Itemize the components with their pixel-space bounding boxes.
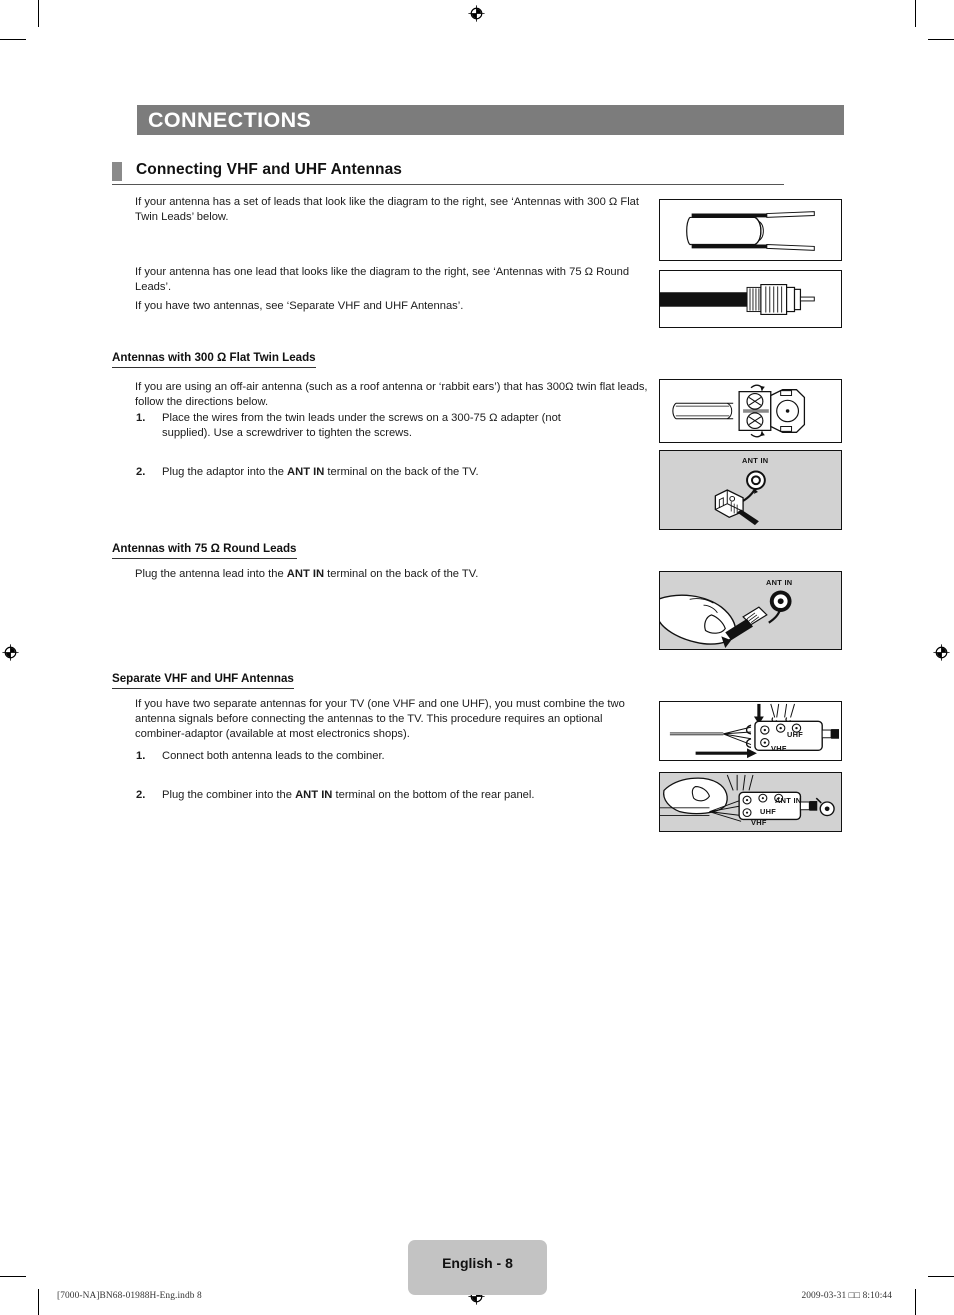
registration-mark-top-icon xyxy=(468,5,485,22)
crop-mark-bottom-left-vertical xyxy=(38,1289,39,1315)
figure-label-combiner-ant-in-vhf: VHF xyxy=(751,818,767,827)
figure-label-combiner-uhf: UHF xyxy=(787,730,804,739)
round-leads-text-before: Plug the antenna lead into the xyxy=(135,568,287,580)
step-number: 2. xyxy=(136,789,146,801)
intro-paragraph-1: If your antenna has a set of leads that … xyxy=(135,196,640,224)
chapter-title: CONNECTIONS xyxy=(148,108,312,132)
step-number: 1. xyxy=(136,412,146,424)
figure-300-75-ohm-adapter-screws xyxy=(659,379,842,443)
step-emphasis: ANT IN xyxy=(287,466,325,478)
step-text: Connect both antenna leads to the combin… xyxy=(162,750,385,762)
figure-label-combiner-ant-in: ANT IN xyxy=(775,796,802,805)
section-accent-tab xyxy=(112,162,122,181)
crop-mark-bottom-right-vertical xyxy=(915,1289,916,1315)
step-text: Place the wires from the twin leads unde… xyxy=(162,412,561,440)
separate-body: If you have two separate antennas for yo… xyxy=(135,698,625,741)
figure-combiner-uhf-vhf xyxy=(659,701,842,761)
crop-mark-top-left-horizontal xyxy=(0,39,26,40)
step-number: 2. xyxy=(136,466,146,478)
figure-hand-plugging-ant-in xyxy=(659,571,842,650)
round-leads-emphasis: ANT IN xyxy=(286,568,325,580)
step-text: Plug the combiner into the ANT IN termin… xyxy=(162,789,535,801)
crop-mark-top-left-vertical xyxy=(38,0,39,27)
subsection-heading-flat-twin: Antennas with 300 Ω Flat Twin Leads xyxy=(112,351,316,368)
figure-label-ant-in-hand: ANT IN xyxy=(766,578,793,587)
intro-paragraph-3: If you have two antennas, see ‘Separate … xyxy=(135,300,464,312)
figure-flat-twin-lead-cable xyxy=(659,199,842,261)
crop-mark-top-right-vertical xyxy=(915,0,916,27)
step-text: Plug the adaptor into the ANT IN termina… xyxy=(162,466,479,478)
page-number-label: English - 8 xyxy=(442,1255,513,1271)
section-divider xyxy=(112,184,784,185)
flat-twin-step-1: 1. Place the wires from the twin leads u… xyxy=(136,411,608,441)
flat-twin-step-2: 2. Plug the adaptor into the ANT IN term… xyxy=(136,465,608,480)
flat-twin-body: If you are using an off-air antenna (suc… xyxy=(135,381,648,409)
intro-paragraph-2: If your antenna has one lead that looks … xyxy=(135,266,630,294)
crop-mark-bottom-right-horizontal xyxy=(928,1276,954,1277)
step-number: 1. xyxy=(136,750,146,762)
footer-timestamp: 2009-03-31 □□ 8:10:44 xyxy=(801,1291,892,1301)
registration-mark-left-icon xyxy=(2,644,19,661)
section-title: Connecting VHF and UHF Antennas xyxy=(136,161,403,178)
round-leads-text-after: terminal on the back of the TV. xyxy=(324,568,479,580)
separate-step-1: 1. Connect both antenna leads to the com… xyxy=(136,749,608,764)
figure-label-ant-in-adapter: ANT IN xyxy=(742,456,769,465)
registration-mark-right-icon xyxy=(933,644,950,661)
crop-mark-bottom-left-horizontal xyxy=(0,1276,26,1277)
figure-round-lead-coax-cable xyxy=(659,270,842,328)
round-leads-body: Plug the antenna lead into the ANT IN te… xyxy=(135,567,654,582)
document-page: CONNECTIONS Connecting VHF and UHF Anten… xyxy=(0,0,954,1315)
subsection-heading-round-leads: Antennas with 75 Ω Round Leads xyxy=(112,542,297,559)
step-emphasis: ANT IN xyxy=(295,789,333,801)
figure-label-combiner-ant-in-uhf: UHF xyxy=(760,807,777,816)
separate-step-2: 2. Plug the combiner into the ANT IN ter… xyxy=(136,788,608,803)
footer-file-reference: [7000-NA]BN68-01988H-Eng.indb 8 xyxy=(57,1291,202,1301)
crop-mark-top-right-horizontal xyxy=(928,39,954,40)
figure-label-combiner-vhf: VHF xyxy=(771,744,787,753)
subsection-heading-separate: Separate VHF and UHF Antennas xyxy=(112,672,294,689)
